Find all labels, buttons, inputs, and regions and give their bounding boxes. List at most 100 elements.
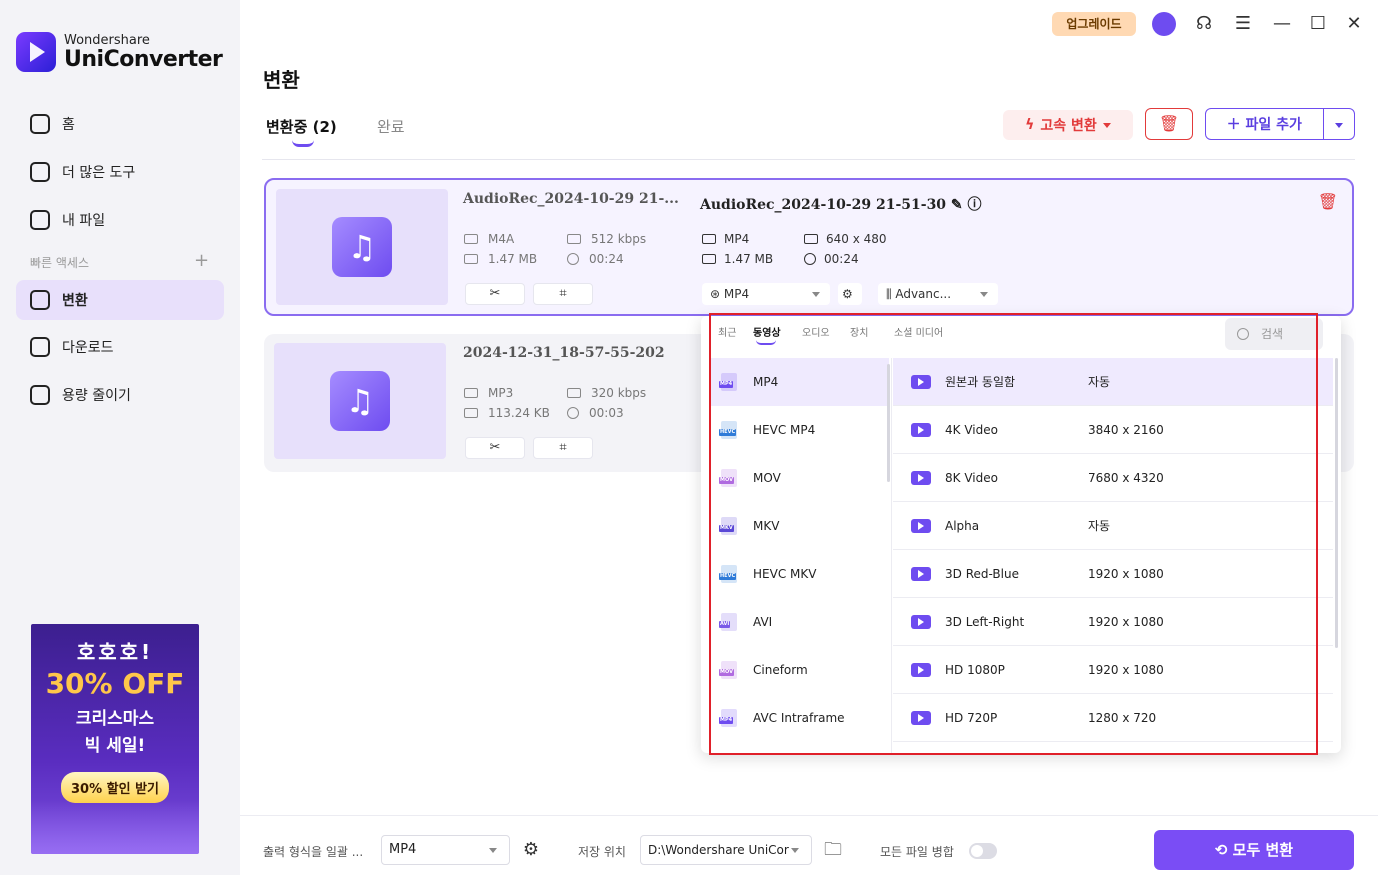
- save-location-label: 저장 위치: [578, 845, 626, 859]
- home-icon: [30, 114, 50, 134]
- sidebar: Wondershare UniConverter 홈 더 많은 도구 내 파일 …: [0, 0, 240, 875]
- lightning-icon: ϟ: [1025, 117, 1035, 133]
- resolution-icon: [804, 234, 818, 244]
- output-file-name: AudioRec_2024-10-29 21-51-30 ✎ ⓘ: [700, 197, 982, 213]
- folder-icon: [464, 254, 478, 264]
- maximize-icon[interactable]: ☐: [1306, 12, 1330, 36]
- bottom-divider: [240, 815, 1378, 816]
- chevron-down-icon: [791, 848, 799, 853]
- sidebar-item-download[interactable]: 다운로드: [16, 327, 224, 367]
- promo-discount-button[interactable]: 30% 할인 받기: [60, 772, 169, 803]
- source-file-name: AudioRec_2024-10-29 21-...: [463, 191, 679, 207]
- close-icon[interactable]: ✕: [1342, 12, 1366, 36]
- delete-all-button[interactable]: 🗑: [1145, 108, 1193, 140]
- output-format-label: 출력 형식을 일괄 ...: [263, 845, 364, 859]
- chevron-down-icon: [489, 848, 497, 853]
- sidebar-item-label: 변환: [62, 293, 88, 309]
- promo-line1: 호호호!: [76, 640, 154, 664]
- chevron-down-icon: [1102, 122, 1111, 128]
- clock-icon: [567, 253, 579, 265]
- crop-button[interactable]: ⌗: [533, 437, 593, 459]
- sidebar-item-my-files[interactable]: 내 파일: [16, 200, 224, 240]
- folder-icon: [702, 254, 716, 264]
- save-location-select[interactable]: D:\Wondershare UniCor: [640, 835, 812, 865]
- bitrate-icon: [567, 388, 581, 398]
- output-resolution: 640 x 480: [804, 232, 887, 246]
- sidebar-item-convert[interactable]: 변환: [16, 280, 224, 320]
- add-file-dropdown[interactable]: [1324, 116, 1354, 132]
- menu-icon[interactable]: ☰: [1231, 12, 1255, 36]
- source-duration: 00:24: [567, 252, 624, 266]
- convert-all-button[interactable]: ⟲ 모두 변환: [1154, 830, 1354, 870]
- fast-convert-button[interactable]: ϟ 고속 변환: [1003, 110, 1133, 140]
- tab-converting[interactable]: 변환중 (2): [266, 116, 337, 147]
- file-thumbnail: ♫: [276, 189, 448, 305]
- source-duration: 00:03: [567, 406, 624, 420]
- batch-output-format-select[interactable]: MP4: [381, 835, 510, 865]
- sidebar-item-compress[interactable]: 용량 줄이기: [16, 375, 224, 415]
- highlight-box: [709, 313, 1318, 755]
- crop-button[interactable]: ⌗: [533, 283, 593, 305]
- info-icon[interactable]: ⓘ: [968, 197, 982, 213]
- christmas-promo-banner[interactable]: 호호호! 30% OFF 크리스마스 빅 세일! 30% 할인 받기: [31, 624, 199, 854]
- music-note-icon: ♫: [332, 217, 392, 277]
- compress-icon: [30, 385, 50, 405]
- delete-file-icon[interactable]: 🗑: [1318, 192, 1338, 211]
- tab-divider: [262, 159, 1355, 160]
- trash-icon: 🗑: [1158, 114, 1180, 133]
- chevron-down-icon: [1335, 123, 1343, 128]
- file-thumbnail: ♫: [274, 343, 446, 459]
- sidebar-item-home[interactable]: 홈: [16, 104, 224, 144]
- source-size: 1.47 MB: [464, 252, 537, 266]
- preset-list-scrollbar[interactable]: [1335, 358, 1338, 648]
- video-icon: [464, 234, 478, 244]
- bitrate-icon: [567, 234, 581, 244]
- add-file-button[interactable]: ＋ 파일 추가: [1205, 108, 1355, 140]
- minimize-icon[interactable]: —: [1270, 12, 1294, 36]
- output-settings-icon[interactable]: ⚙: [519, 838, 543, 862]
- sidebar-item-label: 용량 줄이기: [62, 388, 131, 404]
- music-note-icon: ♫: [330, 371, 390, 431]
- plus-icon: ＋: [1226, 117, 1246, 133]
- merge-files-toggle[interactable]: [969, 843, 997, 859]
- account-avatar-icon[interactable]: [1152, 12, 1176, 36]
- sidebar-item-label: 홈: [62, 117, 75, 133]
- source-format: MP3: [464, 386, 513, 400]
- add-quick-access-icon[interactable]: +: [194, 250, 209, 271]
- merge-files-label: 모든 파일 병합: [880, 845, 954, 859]
- output-format-select[interactable]: ⊛ MP4: [702, 283, 830, 305]
- settings-icon: ⚙: [842, 287, 853, 301]
- trim-button[interactable]: ✂: [465, 283, 525, 305]
- add-file-label: 파일 추가: [1245, 117, 1302, 133]
- promo-line2: 30% OFF: [45, 667, 185, 700]
- folder-icon[interactable]: 🗀: [821, 838, 845, 862]
- file-card[interactable]: ♫ AudioRec_2024-10-29 21-... M4A 512 kbp…: [264, 178, 1354, 316]
- clock-icon: [567, 407, 579, 419]
- output-duration: 00:24: [804, 252, 859, 266]
- crop-icon: ⌗: [559, 440, 567, 455]
- scissors-icon: ✂: [489, 286, 501, 301]
- edit-name-icon[interactable]: ✎: [951, 197, 963, 213]
- chevron-down-icon: [812, 292, 820, 297]
- page-title: 변환: [263, 68, 300, 92]
- scissors-icon: ✂: [489, 440, 501, 455]
- tab-finished[interactable]: 완료: [377, 116, 405, 137]
- file-icon: [30, 210, 50, 230]
- video-icon: [464, 388, 478, 398]
- sidebar-item-more-tools[interactable]: 더 많은 도구: [16, 152, 224, 192]
- quick-access-label: 빠른 액세스: [30, 256, 90, 270]
- brand-line2: UniConverter: [64, 46, 223, 72]
- upgrade-button[interactable]: 업그레이드: [1052, 12, 1136, 36]
- audio-track-select[interactable]: ⫼ Advanc...: [878, 283, 998, 305]
- headset-support-icon[interactable]: ☊: [1192, 12, 1216, 36]
- fast-convert-label: 고속 변환: [1040, 118, 1097, 134]
- source-format: M4A: [464, 232, 514, 246]
- output-size: 1.47 MB: [702, 252, 773, 266]
- toolbox-icon: [30, 162, 50, 182]
- trim-button[interactable]: ✂: [465, 437, 525, 459]
- download-icon: [30, 337, 50, 357]
- chevron-down-icon: [980, 292, 988, 297]
- promo-illustration: [31, 800, 199, 854]
- format-settings-button[interactable]: ⚙: [838, 283, 862, 305]
- source-bitrate: 512 kbps: [567, 232, 646, 246]
